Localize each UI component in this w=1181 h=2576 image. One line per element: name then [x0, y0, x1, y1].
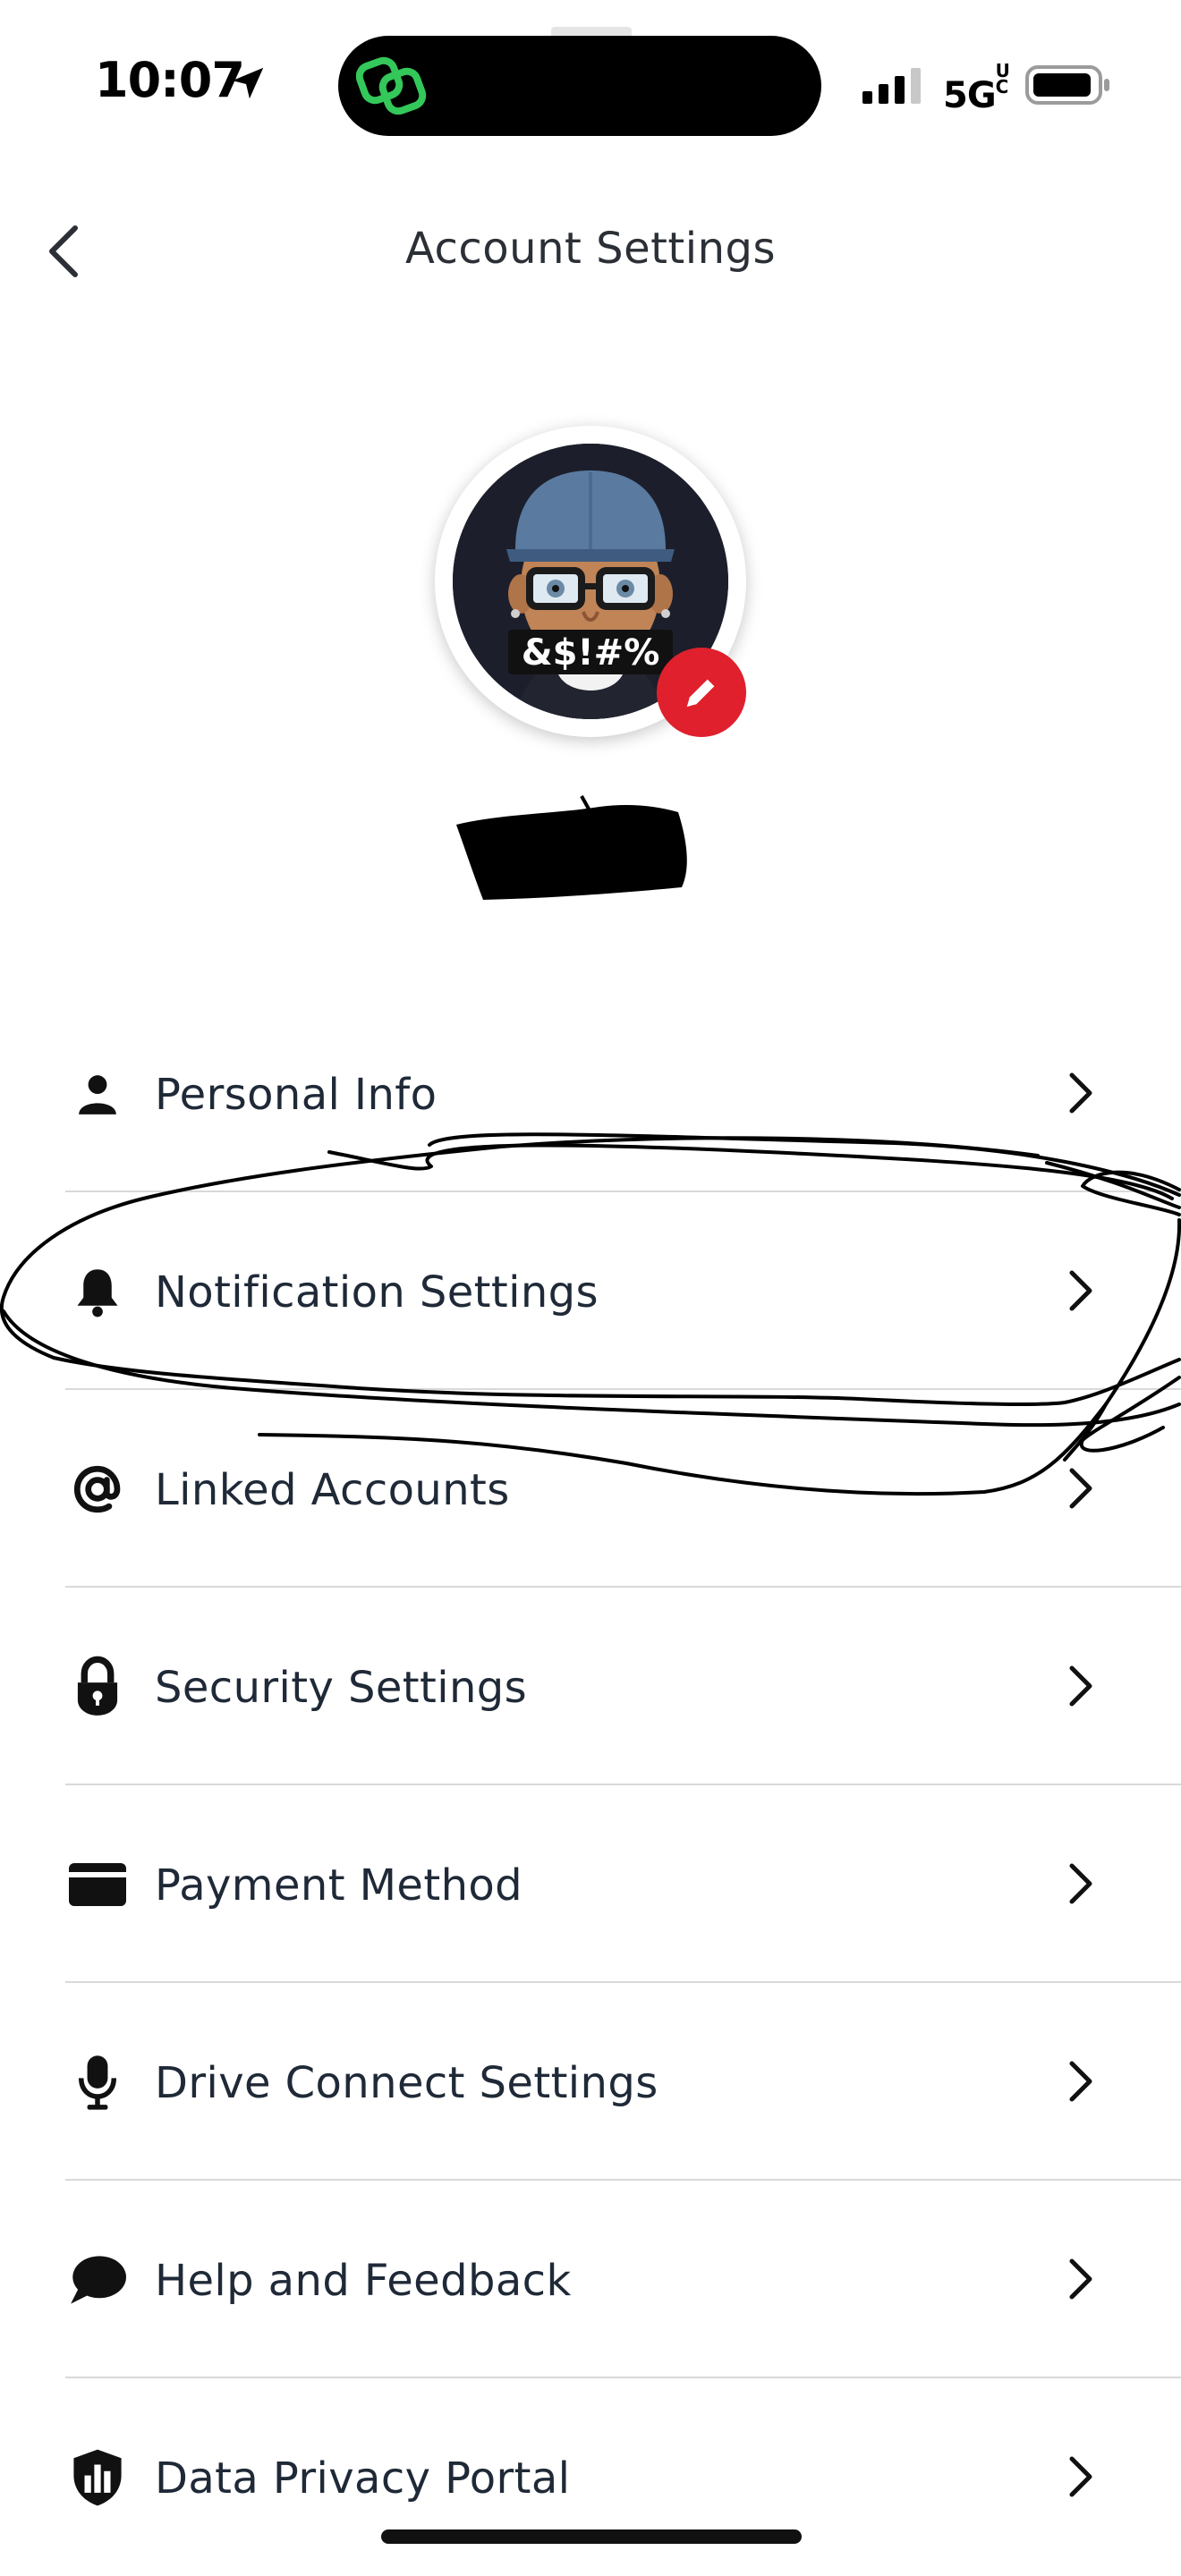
chevron-right-icon	[1069, 1270, 1092, 1311]
menu-item-drive-connect-settings[interactable]: Drive Connect Settings	[0, 1983, 1181, 2181]
chevron-right-icon	[1069, 1665, 1092, 1707]
edit-avatar-button[interactable]	[657, 648, 746, 737]
menu-item-label: Payment Method	[155, 1860, 523, 1911]
redacted-name-scribble	[456, 795, 687, 900]
person-icon	[68, 1064, 127, 1123]
home-indicator[interactable]	[381, 2529, 802, 2544]
menu-item-security-settings[interactable]: Security Settings	[0, 1588, 1181, 1785]
linked-rings-icon	[356, 56, 427, 115]
status-bar: 10:07 5GUC	[0, 0, 1181, 170]
network-superscript: UC	[995, 60, 1010, 97]
chevron-right-icon	[1069, 2061, 1092, 2102]
menu-item-label: Security Settings	[155, 1663, 528, 1713]
menu-item-payment-method[interactable]: Payment Method	[0, 1785, 1181, 1983]
chevron-right-icon	[1069, 1072, 1092, 1114]
location-arrow-icon	[232, 67, 264, 99]
network-type-label: 5GUC	[943, 60, 1015, 116]
page-title: Account Settings	[405, 224, 776, 274]
menu-item-linked-accounts[interactable]: Linked Accounts	[0, 1390, 1181, 1588]
menu-item-personal-info[interactable]: Personal Info	[0, 995, 1181, 1192]
menu-item-help-and-feedback[interactable]: Help and Feedback	[0, 2181, 1181, 2378]
settings-menu: Personal Info Notification Settings Link…	[0, 995, 1181, 2576]
chevron-right-icon	[1069, 1468, 1092, 1509]
menu-item-label: Linked Accounts	[155, 1465, 510, 1515]
chevron-right-icon	[1069, 2258, 1092, 2300]
cellular-signal-icon	[862, 68, 921, 104]
chat-bubble-icon	[68, 2250, 127, 2309]
dynamic-island[interactable]	[338, 36, 821, 136]
menu-item-label: Personal Info	[155, 1070, 438, 1120]
at-sign-icon	[68, 1460, 127, 1519]
lock-icon	[68, 1656, 127, 1716]
menu-item-data-privacy-portal[interactable]: Data Privacy Portal	[0, 2378, 1181, 2576]
microphone-icon	[68, 2053, 127, 2112]
menu-item-label: Data Privacy Portal	[155, 2453, 571, 2504]
credit-card-icon	[68, 1855, 127, 1914]
avatar-caption: &$!#%	[522, 632, 660, 674]
menu-item-notification-settings[interactable]: Notification Settings	[0, 1192, 1181, 1390]
chevron-right-icon	[1069, 2456, 1092, 2497]
profile-avatar-frame[interactable]: &$!#%	[435, 426, 746, 737]
chevron-right-icon	[1069, 1863, 1092, 1904]
battery-icon	[1025, 65, 1109, 105]
status-time: 10:07	[95, 52, 245, 108]
menu-item-label: Drive Connect Settings	[155, 2058, 658, 2108]
bell-icon	[68, 1262, 127, 1321]
menu-item-label: Help and Feedback	[155, 2256, 572, 2306]
pencil-icon	[686, 679, 715, 708]
shield-chart-icon	[68, 2448, 127, 2507]
menu-item-label: Notification Settings	[155, 1267, 599, 1318]
